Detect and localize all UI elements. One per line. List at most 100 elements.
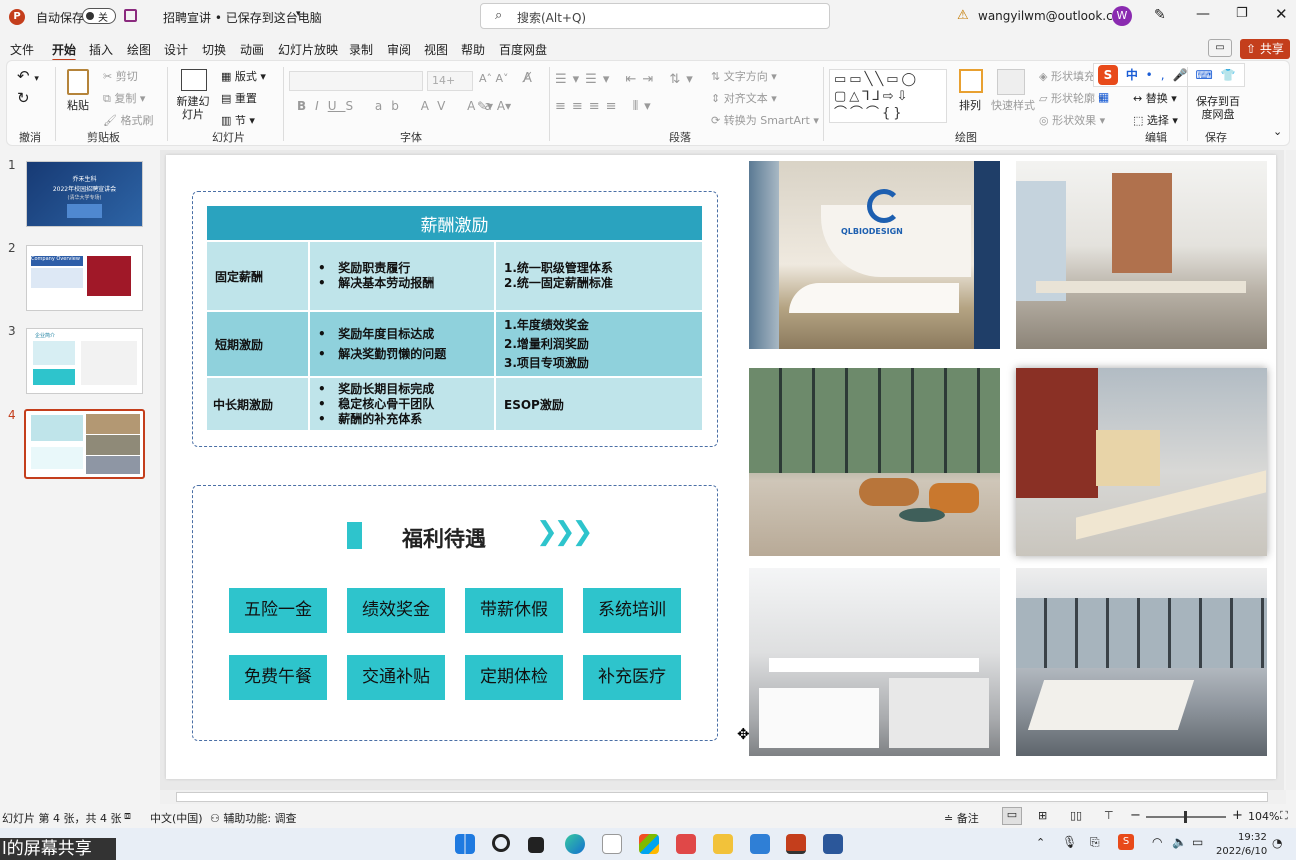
store-icon[interactable] bbox=[639, 834, 659, 854]
align-text-button[interactable]: ⇕ 对齐文本 ▾ bbox=[711, 90, 777, 106]
photos-icon[interactable] bbox=[750, 834, 770, 854]
clear-format-button[interactable]: A̸ bbox=[523, 71, 532, 86]
layout-button[interactable]: ▦ 版式 ▾ bbox=[221, 68, 266, 84]
slide-thumbnail-1[interactable]: 乔禾生科 2022年校园招聘宣讲会 (清华大学专场) bbox=[26, 161, 143, 227]
arrange-button[interactable]: 排列 bbox=[959, 97, 981, 113]
font-format-buttons[interactable]: BIUS ab AV Aa bbox=[297, 99, 501, 113]
font-grow-button[interactable]: A˄ A˅ bbox=[479, 72, 509, 85]
restore-icon[interactable]: ❐ bbox=[1236, 6, 1248, 21]
language-indicator[interactable]: 中文(中国) bbox=[150, 810, 203, 826]
reset-button[interactable]: ▤ 重置 bbox=[221, 90, 257, 106]
save-icon[interactable] bbox=[124, 9, 137, 22]
tab-animations[interactable]: 动画 bbox=[240, 41, 264, 58]
tab-review[interactable]: 审阅 bbox=[387, 41, 411, 58]
close-icon[interactable]: ✕ bbox=[1275, 5, 1288, 23]
reading-view-button[interactable]: ▯▯ bbox=[1070, 809, 1082, 822]
replace-button[interactable]: ↔ 替换 ▾ bbox=[1133, 90, 1177, 106]
battery-icon[interactable]: ▭ bbox=[1192, 835, 1203, 849]
task-view-icon[interactable] bbox=[528, 837, 544, 853]
tab-file[interactable]: 文件 bbox=[10, 41, 34, 58]
slide-4[interactable]: QLBIODESIGN 薪酬激励 固定薪酬 • 奖励职责履行 • 解决基本劳动报酬 bbox=[166, 155, 1276, 779]
new-slide-button[interactable]: 新建幻灯片 bbox=[173, 95, 213, 121]
comments-button[interactable]: ▭ bbox=[1208, 39, 1232, 57]
zoom-level[interactable]: 104% bbox=[1248, 810, 1279, 823]
account-email[interactable]: wangyilwm@outlook.com bbox=[978, 9, 1132, 23]
spelling-icon[interactable]: ⧈ bbox=[124, 809, 131, 823]
fit-slide-icon[interactable]: ⛶ bbox=[1280, 809, 1288, 823]
clock-date[interactable]: 2022/6/10 bbox=[1216, 846, 1267, 857]
notes-button[interactable]: ≐ 备注 bbox=[944, 810, 979, 826]
highlight-color-button[interactable]: ✎▾ A▾ bbox=[477, 99, 511, 113]
section-button[interactable]: ▥ 节 ▾ bbox=[221, 112, 255, 128]
tab-help[interactable]: 帮助 bbox=[461, 41, 485, 58]
tab-draw[interactable]: 绘图 bbox=[127, 41, 151, 58]
shape-outline-button[interactable]: ▱ 形状轮廓 ▾ bbox=[1039, 90, 1104, 106]
font-size-select[interactable]: 14+ bbox=[427, 71, 473, 91]
paste-icon[interactable] bbox=[67, 69, 89, 95]
tab-design[interactable]: 设计 bbox=[164, 41, 188, 58]
usb-icon[interactable]: ⎘ bbox=[1090, 835, 1100, 850]
zoom-out-button[interactable]: − bbox=[1130, 808, 1141, 823]
powerpoint-taskbar-icon[interactable] bbox=[786, 834, 806, 854]
photo-lounge[interactable] bbox=[749, 368, 1000, 556]
minimize-icon[interactable]: — bbox=[1196, 6, 1210, 22]
save-baidu-button[interactable]: 保存到百度网盘 bbox=[1195, 95, 1241, 121]
bullet-list-buttons[interactable]: ☰▾☰▾ ⇤⇥ ⇅▾ bbox=[555, 72, 699, 87]
text-direction-button[interactable]: ⇅ 文字方向 ▾ bbox=[711, 68, 777, 84]
edge-icon[interactable] bbox=[565, 834, 585, 854]
horizontal-scrollbar[interactable] bbox=[160, 790, 1286, 804]
slide-sorter-button[interactable]: ⊞ bbox=[1038, 809, 1047, 822]
warning-icon[interactable]: ⚠ bbox=[957, 8, 969, 23]
sogou-tray-icon[interactable]: S bbox=[1118, 834, 1134, 850]
photo-lab[interactable] bbox=[749, 568, 1000, 756]
tray-chevron-icon[interactable]: ⌃ bbox=[1036, 836, 1045, 849]
select-button[interactable]: ⬚ 选择 ▾ bbox=[1133, 112, 1178, 128]
photo-office-1[interactable] bbox=[1016, 161, 1267, 349]
title-dropdown-icon[interactable]: ▾ bbox=[296, 9, 301, 19]
search-taskbar-icon[interactable] bbox=[492, 834, 510, 852]
tab-view[interactable]: 视图 bbox=[424, 41, 448, 58]
slide-thumbnail-4[interactable] bbox=[24, 409, 145, 479]
copy-button[interactable]: ⧉ 复制 ▾ bbox=[103, 90, 145, 106]
ime-toolbar[interactable]: S 中 •,🎤⌨👕▦ bbox=[1093, 63, 1245, 104]
tab-slideshow[interactable]: 幻灯片放映 bbox=[278, 41, 338, 58]
tab-transitions[interactable]: 切换 bbox=[202, 41, 226, 58]
file-explorer-icon[interactable] bbox=[713, 834, 733, 854]
arrange-icon[interactable] bbox=[959, 69, 983, 93]
cut-button[interactable]: ✂ 剪切 bbox=[103, 68, 138, 84]
collapse-ribbon-icon[interactable]: ⌄ bbox=[1273, 125, 1282, 138]
volume-icon[interactable]: 🔈 bbox=[1172, 835, 1187, 849]
accessibility-status[interactable]: ⚇ 辅助功能: 调查 bbox=[210, 810, 297, 826]
normal-view-button[interactable]: ▭ bbox=[1002, 807, 1022, 825]
slide-thumbnail-2[interactable]: Company Overview bbox=[26, 245, 143, 311]
photo-office-2[interactable] bbox=[1016, 568, 1267, 756]
avatar[interactable]: W bbox=[1112, 6, 1132, 26]
share-button[interactable]: ⇧ 共享 bbox=[1240, 39, 1290, 59]
vertical-scrollbar[interactable] bbox=[1286, 150, 1296, 790]
mail-app-icon[interactable] bbox=[602, 834, 622, 854]
clock-time[interactable]: 19:32 bbox=[1238, 832, 1267, 843]
tab-insert[interactable]: 插入 bbox=[89, 41, 113, 58]
tab-baidu[interactable]: 百度网盘 bbox=[499, 41, 547, 58]
shapes-gallery[interactable]: ▭▭╲╲▭◯ ▢△⅂⅃⇨⇩ ⌒⌒⌒{} bbox=[829, 69, 947, 123]
new-slide-icon[interactable] bbox=[181, 69, 207, 91]
word-taskbar-icon[interactable] bbox=[823, 834, 843, 854]
shape-fill-button[interactable]: ◈ 形状填充 bbox=[1039, 68, 1095, 84]
photo-reception[interactable]: QLBIODESIGN bbox=[749, 161, 1000, 349]
undo-button[interactable]: ↶ ▾ bbox=[17, 67, 39, 85]
shape-effects-button[interactable]: ◎ 形状效果 ▾ bbox=[1039, 112, 1105, 128]
autosave-toggle[interactable]: 关 bbox=[82, 8, 116, 24]
windows-start-icon[interactable] bbox=[455, 834, 475, 854]
microphone-icon[interactable]: 🎙 bbox=[1062, 835, 1077, 849]
tab-record[interactable]: 录制 bbox=[349, 41, 373, 58]
tab-home[interactable]: 开始 bbox=[52, 41, 77, 62]
align-buttons[interactable]: ≡≡≡≡ ⫴▾ bbox=[555, 99, 657, 114]
pen-icon[interactable]: ✎ bbox=[1154, 7, 1166, 23]
format-painter-button[interactable]: 🖌 格式刷 bbox=[103, 112, 153, 128]
font-name-select[interactable] bbox=[289, 71, 423, 91]
wifi-icon[interactable]: ◠ bbox=[1152, 835, 1162, 849]
redo-button[interactable]: ↻ bbox=[17, 89, 30, 107]
zoom-in-button[interactable]: + bbox=[1232, 808, 1243, 823]
zoom-slider[interactable] bbox=[1146, 811, 1226, 823]
smartart-button[interactable]: ⟳ 转换为 SmartArt ▾ bbox=[711, 112, 819, 128]
